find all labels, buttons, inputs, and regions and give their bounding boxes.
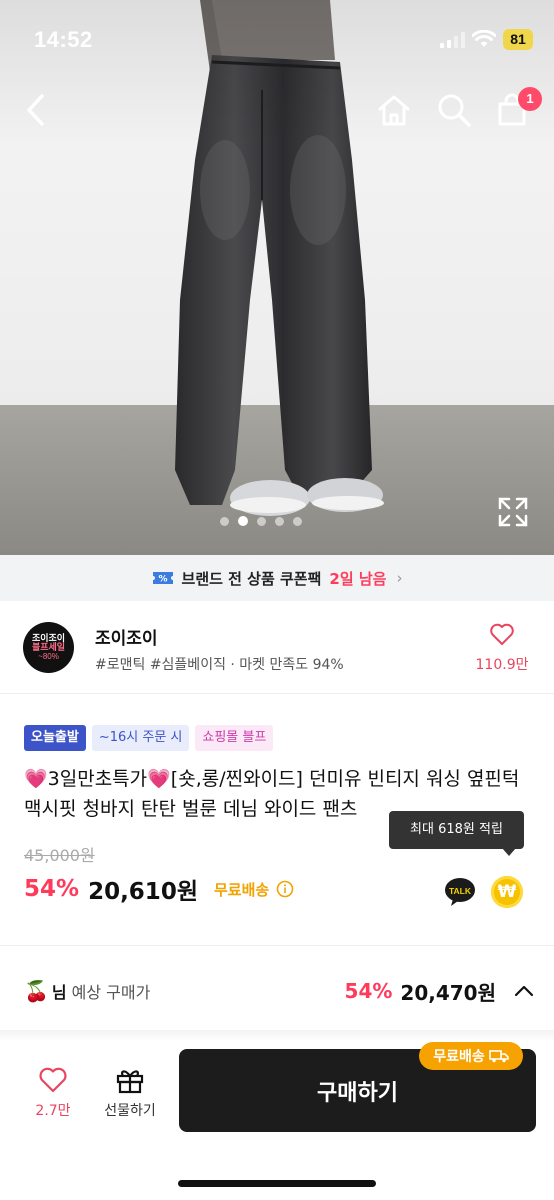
gallery-dot[interactable] — [275, 516, 284, 526]
wishlist-button[interactable]: 2.7만 — [18, 1066, 88, 1120]
search-button[interactable] — [432, 88, 476, 132]
badge-event: 쇼핑몰 블프 — [195, 725, 274, 751]
kakao-talk-icon[interactable]: TALK — [444, 876, 476, 908]
gallery-dot-active[interactable] — [238, 516, 248, 526]
price-row: 54% 20,610원 무료배송 — [24, 872, 294, 906]
chevron-left-icon — [27, 94, 44, 126]
discount-rate: 54% — [24, 876, 80, 902]
fullscreen-expand-icon[interactable] — [497, 496, 529, 528]
gallery-dot[interactable] — [220, 516, 229, 526]
bottom-action-bar: 2.7만 선물하기 구매하기 무료배송 — [0, 1040, 554, 1200]
product-badges: 오늘출발 ~16시 주문 시 쇼핑몰 블프 — [24, 725, 274, 751]
gift-button[interactable]: 선물하기 — [95, 1066, 165, 1120]
cart-count-badge: 1 — [518, 87, 542, 111]
section-divider — [0, 945, 554, 946]
points-tooltip: 최대 618원 적립 — [389, 811, 524, 856]
search-icon — [438, 94, 471, 127]
store-tags: #로맨틱 #심플베이직 · 마켓 만족도 94% — [95, 657, 344, 673]
free-shipping-pill-label: 무료배송 — [433, 1049, 485, 1065]
gallery-pagination — [220, 516, 302, 526]
buy-button-label: 구매하기 — [317, 1080, 398, 1106]
store-logo[interactable]: 조이조이 블프세일 ~80% — [23, 622, 74, 673]
badge-order-cutoff: ~16시 주문 시 — [91, 725, 190, 751]
gallery-dot[interactable] — [257, 516, 266, 526]
coupon-banner[interactable]: % 브랜드 전 상품 쿠폰팩 2일 남음 › — [0, 555, 554, 601]
status-bar: 14:52 81 — [0, 0, 554, 80]
kakao-talk-label: TALK — [449, 886, 472, 896]
wifi-icon — [472, 30, 496, 47]
battery-indicator: 81 — [503, 29, 533, 50]
cellular-signal-icon — [440, 32, 465, 48]
store-logo-line3: ~80% — [38, 651, 59, 661]
heart-icon — [39, 1067, 67, 1093]
free-shipping-label: 무료배송 — [213, 880, 270, 899]
member-price-row[interactable]: 🍒 님 예상 구매가 54% 20,470원 — [24, 962, 534, 1020]
gift-icon — [116, 1070, 144, 1094]
free-shipping-pill: 무료배송 — [419, 1042, 523, 1070]
home-icon — [378, 95, 410, 126]
store-name[interactable]: 조이조이 — [95, 624, 158, 649]
coupon-remaining: 2일 남음 — [329, 569, 387, 588]
product-photo[interactable] — [0, 0, 554, 555]
coupon-banner-text: 브랜드 전 상품 쿠폰팩 — [181, 569, 322, 588]
points-coin-icon[interactable]: ₩ — [491, 876, 523, 908]
heart-icon — [490, 623, 514, 645]
status-time: 14:52 — [34, 27, 93, 52]
info-icon[interactable] — [276, 880, 294, 898]
original-price: 45,000원 — [24, 846, 95, 865]
home-indicator — [178, 1180, 376, 1187]
store-like-count: 110.9만 — [475, 657, 529, 673]
member-price: 20,470원 — [400, 980, 496, 1005]
gallery-dot[interactable] — [293, 516, 302, 526]
badge-today-ship: 오늘출발 — [24, 725, 86, 751]
sale-price: 20,610원 — [88, 879, 198, 905]
truck-icon — [488, 1050, 509, 1063]
store-like-button[interactable]: 110.9만 — [468, 622, 536, 674]
member-price-label: 예상 구매가 — [71, 983, 151, 1002]
wishlist-count: 2.7만 — [35, 1103, 71, 1119]
chevron-up-icon — [514, 985, 534, 997]
svg-text:%: % — [158, 575, 167, 585]
chevron-right-icon: › — [396, 569, 403, 587]
home-button[interactable] — [372, 88, 416, 132]
coupon-ticket-icon: % — [152, 572, 173, 585]
member-discount: 54% — [344, 979, 393, 1003]
gift-label: 선물하기 — [104, 1103, 156, 1119]
cherry-icon: 🍒 — [24, 979, 49, 1003]
store-row[interactable]: 조이조이 블프세일 ~80% 조이조이 #로맨틱 #심플베이직 · 마켓 만족도… — [0, 602, 554, 694]
back-button[interactable] — [14, 88, 58, 132]
member-price-toggle[interactable]: 54% 20,470원 — [345, 977, 534, 1006]
member-name: 님 — [51, 983, 67, 1002]
